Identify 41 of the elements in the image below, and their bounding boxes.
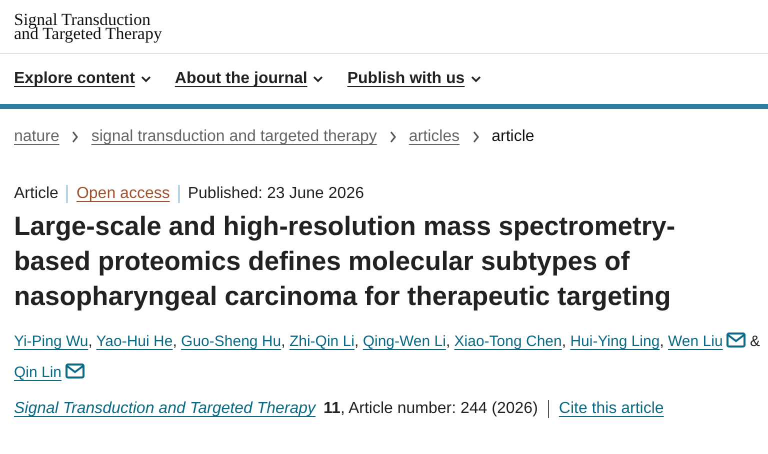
author-link[interactable]: Guo-Sheng Hu <box>181 333 282 350</box>
nav-menu-button[interactable]: Publish with us <box>347 70 481 88</box>
chevron-right-icon <box>388 131 397 143</box>
chevron-down-icon <box>313 76 324 82</box>
author-link[interactable]: Yi-Ping Wu <box>14 333 88 350</box>
breadcrumb-link[interactable]: nature <box>14 128 60 146</box>
author-separator: , <box>354 333 359 350</box>
author-link[interactable]: Qin Lin <box>14 364 62 381</box>
journal-link[interactable]: Signal Transduction and Targeted Therapy <box>14 400 316 417</box>
author-link[interactable]: Hui-Ying Ling <box>570 333 660 350</box>
cite-link[interactable]: Cite this article <box>558 400 664 417</box>
article-type: Article <box>14 185 60 203</box>
breadcrumb-current: article <box>492 128 534 146</box>
author-link[interactable]: Zhi-Qin Li <box>289 333 354 350</box>
volume: 11 <box>324 400 340 418</box>
published-date: Published: 23 June 2026 <box>178 185 372 203</box>
chevron-down-icon <box>470 76 481 82</box>
author-separator: , <box>446 333 450 350</box>
email-icon[interactable] <box>726 332 746 348</box>
author-link[interactable]: Xiao-Tong Chen <box>454 333 562 350</box>
author-separator: , <box>281 333 286 350</box>
nav-menu-button[interactable]: About the journal <box>174 70 324 88</box>
author-separator: , <box>88 333 92 350</box>
breadcrumb-link[interactable]: signal transduction and targeted therapy <box>91 128 377 146</box>
article-title: Large-scale and high-resolution mass spectrometry-based proteomics defines molecular subtypes of nasopharyngeal carcinoma for therapeutic targeting <box>14 210 676 313</box>
author-link[interactable]: Wen Liu <box>668 333 723 350</box>
author-separator: , <box>172 333 177 350</box>
author-link[interactable]: Yao-Hui He <box>96 333 173 350</box>
chevron-right-icon <box>71 131 80 143</box>
author-separator: & <box>748 333 760 350</box>
journal-logo[interactable]: Signal Transduction and Targeted Therapy <box>14 13 162 41</box>
article-number: , Article number: 244 (2026) <box>340 400 538 418</box>
nav-menu-button[interactable]: Explore content <box>14 70 151 88</box>
breadcrumb-link[interactable]: articles <box>408 128 460 146</box>
author-separator: , <box>660 333 664 350</box>
chevron-right-icon <box>472 131 480 143</box>
author-link[interactable]: Qing-Wen Li <box>362 333 446 350</box>
open-access-link[interactable]: Open access <box>66 185 178 203</box>
author-separator: , <box>562 333 566 350</box>
email-icon[interactable] <box>64 363 85 379</box>
chevron-down-icon <box>140 76 151 82</box>
